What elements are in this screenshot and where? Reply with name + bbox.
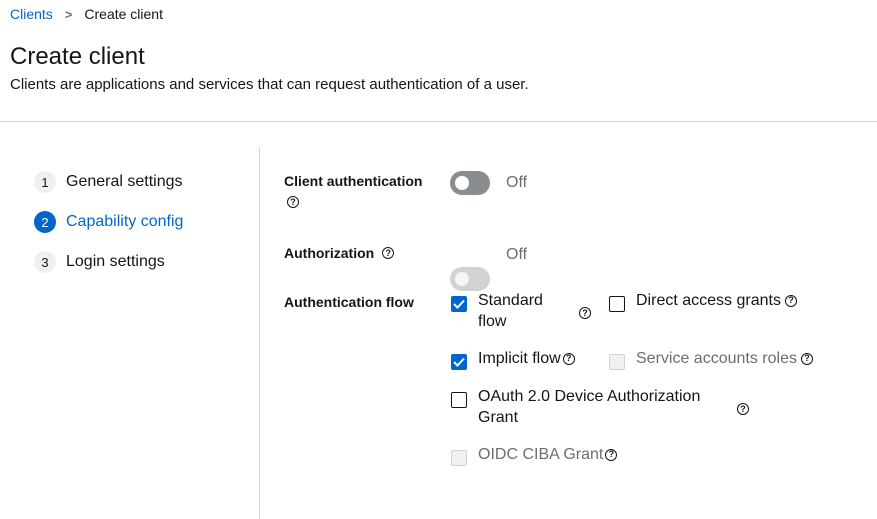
wizard-divider (259, 147, 260, 519)
client-authentication-state: Off (506, 174, 528, 191)
service-accounts-roles-checkbox (609, 354, 625, 370)
chevron-right-icon: > (64, 6, 73, 22)
client-authentication-label: Client authentication (284, 173, 423, 189)
wizard-step-capability-config[interactable]: 2 Capability config (34, 211, 183, 233)
wizard-step-login-settings[interactable]: 3 Login settings (34, 251, 183, 273)
step-label: Login settings (66, 253, 165, 270)
implicit-flow-checkbox[interactable] (451, 354, 467, 370)
breadcrumb: Clients > Create client (10, 6, 163, 22)
service-accounts-roles-label: Service accounts roles (636, 350, 797, 367)
oidc-ciba-grant-checkbox (451, 450, 467, 466)
breadcrumb-clients-link[interactable]: Clients (10, 6, 53, 22)
help-circle-icon[interactable]: ? (579, 307, 591, 319)
help-circle-icon[interactable]: ? (605, 448, 618, 461)
check-icon (453, 357, 465, 367)
authentication-flow-label: Authentication flow (284, 294, 414, 310)
step-label: General settings (66, 173, 183, 190)
oauth-device-authorization-grant-checkbox[interactable] (451, 392, 467, 408)
standard-flow-label: Standard flow (478, 292, 543, 330)
authorization-state: Off (506, 246, 528, 263)
oidc-ciba-grant-group: OIDC CIBA Grant ? (478, 444, 618, 465)
direct-access-grants-checkbox[interactable] (609, 296, 625, 312)
check-icon (453, 299, 465, 309)
help-circle-icon[interactable]: ? (287, 196, 299, 208)
service-accounts-roles-group: Service accounts roles ? (636, 348, 813, 369)
authorization-label: Authorization (284, 245, 375, 261)
implicit-flow-label: Implicit flow (478, 350, 561, 367)
step-number: 2 (34, 211, 56, 233)
wizard-step-general-settings[interactable]: 1 General settings (34, 171, 183, 193)
step-label: Capability config (66, 213, 184, 230)
help-circle-icon[interactable]: ? (737, 403, 749, 415)
page-description: Clients are applications and services th… (10, 76, 529, 93)
step-number: 3 (34, 251, 56, 273)
oidc-ciba-grant-label: OIDC CIBA Grant (478, 446, 604, 463)
switch-knob (455, 176, 469, 190)
direct-access-grants-label: Direct access grants (636, 292, 781, 309)
authorization-switch (450, 267, 490, 291)
header-divider (0, 121, 877, 122)
help-circle-icon[interactable]: ? (382, 247, 395, 259)
breadcrumb-current: Create client (84, 6, 163, 22)
page-title: Create client (10, 43, 145, 70)
help-circle-icon[interactable]: ? (784, 294, 797, 307)
client-authentication-switch[interactable] (450, 171, 490, 195)
wizard-nav: 1 General settings 2 Capability config 3… (34, 171, 183, 273)
implicit-flow-group: Implicit flow ? (478, 348, 575, 369)
oauth-device-authorization-grant-label: OAuth 2.0 Device Authorization Grant (478, 388, 701, 426)
help-circle-icon[interactable]: ? (562, 352, 575, 365)
step-number: 1 (34, 171, 56, 193)
help-circle-icon[interactable]: ? (800, 352, 813, 365)
switch-knob (455, 272, 469, 286)
direct-access-grants-group: Direct access grants ? (636, 290, 797, 311)
standard-flow-checkbox[interactable] (451, 296, 467, 312)
authorization-label-group: Authorization ? (284, 245, 395, 261)
